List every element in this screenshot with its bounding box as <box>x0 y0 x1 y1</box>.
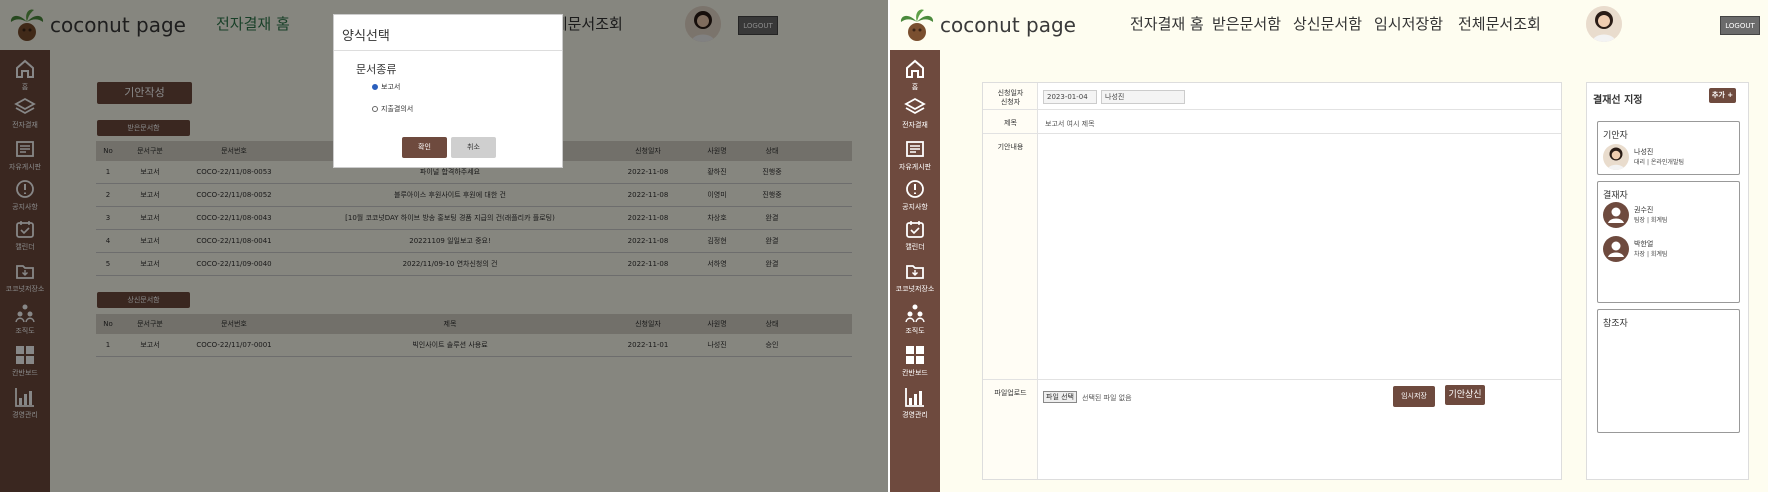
radio-report[interactable]: 보고서 <box>372 82 400 92</box>
sidebar-item-storage[interactable]: 코코넛저장소 <box>890 260 940 294</box>
confirm-button[interactable]: 확인 <box>402 137 447 158</box>
draft-form: 신청일자 신청자 2023-01-04 나성진 제목 보고서 여시 제목 기안내… <box>982 82 1562 480</box>
board-icon <box>906 141 924 157</box>
document-type-label: 문서종류 <box>356 63 397 76</box>
sidebar-item-management[interactable]: 경영관리 <box>890 386 940 420</box>
chart-icon <box>905 388 924 407</box>
right-screen: coconut page 전자결재 홈 받은문서함 상신문서함 임시저장함 전체… <box>890 0 1768 492</box>
approver-title: 결재자 <box>1603 191 1628 201</box>
brand-name[interactable]: coconut page <box>940 13 1076 37</box>
approver-name: 권수진 <box>1634 206 1654 214</box>
kanban-icon <box>906 346 924 364</box>
approver-role: 팀장 | 회계팀 <box>1634 217 1668 224</box>
save-draft-button[interactable]: 임시저장 <box>1393 386 1435 407</box>
org-chart-icon <box>905 304 925 323</box>
sidebar-label: 전자결재 <box>902 121 928 129</box>
sidebar-item-board[interactable]: 자유게시판 <box>890 138 940 172</box>
approver-person: 권수진 팀장 | 회계팀 <box>1603 202 1667 228</box>
sidebar-item-org-chart[interactable]: 조직도 <box>890 302 940 336</box>
cancel-button[interactable]: 취소 <box>451 137 496 158</box>
reference-title: 참조자 <box>1603 319 1628 329</box>
approver-box: 결재자 권수진 팀장 | 회계팀 박한얼 차장 | 회계팀 <box>1597 181 1740 303</box>
sidebar-label: 캘린더 <box>905 243 925 251</box>
alert-icon <box>906 180 924 198</box>
sidebar-label: 경영관리 <box>902 411 928 419</box>
approval-line-panel: 결재선 지정 추가 + 기안자 나성진 대리 | 온라인개발팀 결재자 권수진 … <box>1586 82 1749 480</box>
logout-button[interactable]: LOGOUT <box>1720 16 1760 35</box>
header: coconut page 전자결재 홈 받은문서함 상신문서함 임시저장함 전체… <box>890 0 1768 50</box>
nav-sent-box[interactable]: 상신문서함 <box>1293 13 1362 34</box>
user-silhouette-icon <box>1603 236 1629 262</box>
drafter-person: 나성진 대리 | 온라인개발팀 <box>1603 144 1684 170</box>
sidebar-label: 홈 <box>911 83 919 91</box>
reference-box: 참조자 <box>1597 309 1740 433</box>
user-silhouette-icon <box>1603 202 1629 228</box>
form-select-modal: 양식선택 문서종류 보고서 지출결의서 확인 취소 <box>333 14 563 168</box>
modal-title: 양식선택 <box>334 15 562 51</box>
left-screen: coconut page 전자결재 홈 장함 전체문서조회 LOGOUT 홈 전… <box>0 0 888 492</box>
radio-label: 지출결의서 <box>381 105 414 113</box>
radio-label: 보고서 <box>381 83 401 91</box>
title-label: 제목 <box>1004 119 1017 127</box>
sidebar-item-approval[interactable]: 전자결재 <box>890 96 940 130</box>
drafter-box: 기안자 나성진 대리 | 온라인개발팀 <box>1597 121 1740 175</box>
sidebar-item-notice[interactable]: 공지사항 <box>890 178 940 212</box>
sidebar-label: 공지사항 <box>902 203 928 211</box>
file-select-button[interactable]: 파일 선택 <box>1043 391 1077 403</box>
drafter-role: 대리 | 온라인개발팀 <box>1634 159 1684 166</box>
nav-draft-box[interactable]: 임시저장함 <box>1374 13 1443 34</box>
nav-received-box[interactable]: 받은문서함 <box>1212 13 1281 34</box>
approval-title: 결재선 지정 <box>1593 95 1643 106</box>
sidebar-label: 칸반보드 <box>902 369 928 377</box>
sidebar-label: 코코넛저장소 <box>895 285 935 293</box>
content-editor[interactable] <box>1039 134 1561 379</box>
drafter-title: 기안자 <box>1603 131 1628 141</box>
approver-person: 박한얼 차장 | 회계팀 <box>1603 236 1667 262</box>
sidebar-label: 조직도 <box>905 327 925 335</box>
applicant-input[interactable]: 나성진 <box>1101 90 1185 104</box>
sidebar-item-kanban[interactable]: 칸반보드 <box>890 344 940 378</box>
radio-dot[interactable] <box>372 84 378 90</box>
user-avatar[interactable] <box>1586 6 1622 42</box>
calendar-icon <box>906 221 924 238</box>
sidebar-label: 자유게시판 <box>898 163 932 171</box>
title-input[interactable]: 보고서 여시 제목 <box>1045 119 1095 129</box>
file-upload-label: 파일업로드 <box>994 389 1027 397</box>
radio-dot[interactable] <box>372 106 378 112</box>
nav-approval-home[interactable]: 전자결재 홈 <box>1130 13 1204 34</box>
sidebar-item-home[interactable]: 홈 <box>890 58 940 92</box>
home-icon <box>906 59 924 78</box>
approver-name: 박한얼 <box>1634 240 1654 248</box>
drafter-name: 나성진 <box>1634 148 1654 156</box>
nav-all-documents[interactable]: 전체문서조회 <box>1458 13 1541 34</box>
divider <box>983 109 1561 110</box>
folder-icon <box>906 265 924 279</box>
coconut-logo-icon[interactable] <box>898 6 936 44</box>
divider <box>983 379 1561 380</box>
content-label: 기안내용 <box>997 143 1024 151</box>
sidebar-item-calendar[interactable]: 캘린더 <box>890 218 940 252</box>
date-input[interactable]: 2023-01-04 <box>1043 90 1097 104</box>
file-status: 선택된 파일 없음 <box>1082 394 1132 402</box>
sidebar: 홈 전자결재 자유게시판 공지사항 캘린더 코코넛저장소 조직도 칸반보드 경영… <box>890 50 940 492</box>
drafter-avatar <box>1603 144 1629 170</box>
submit-draft-button[interactable]: 기안상신 <box>1445 385 1485 405</box>
add-approver-button[interactable]: 추가 + <box>1709 88 1736 103</box>
radio-expense[interactable]: 지출결의서 <box>372 104 413 114</box>
approver-role: 차장 | 회계팀 <box>1634 251 1668 258</box>
layers-icon <box>904 97 926 115</box>
date-applicant-label: 신청일자 신청자 <box>997 89 1024 106</box>
